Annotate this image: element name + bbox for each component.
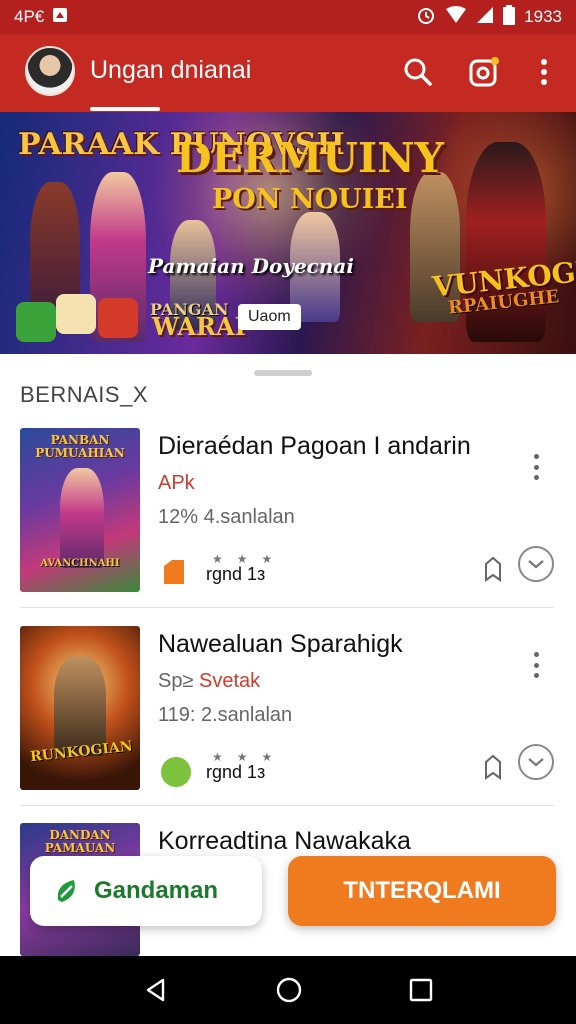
item-more-button[interactable] [524,648,548,682]
primary-action-label: Gandaman [94,877,219,904]
thumb-title: PANBAN PUMUAHIAN [35,433,125,461]
search-button[interactable] [398,52,438,92]
signal-icon [476,6,494,29]
search-icon [404,58,432,86]
home-icon[interactable] [275,976,303,1004]
camera-button[interactable] [464,52,504,92]
status-left-text: 4P€ [14,7,45,26]
banner-caption: Pamaian Doyecnai [148,254,354,278]
chevron-down-icon [528,560,544,569]
app-bar: Ungan dnianai [0,34,576,112]
thumb-title: DANDAN PAMAUAN [44,828,116,856]
item-tag: Sp≥ Svetak [158,670,261,692]
item-title: Korreadtina Nawakaka [158,827,411,855]
item-badge-icon [160,756,191,787]
alarm-icon [416,5,436,30]
expand-button[interactable] [518,744,554,780]
thumb-caption: AVANCHNAHI [40,558,120,569]
more-vert-icon [541,59,547,85]
avatar[interactable] [25,46,75,96]
item-title: Dieraédan Pagoan I andarin [158,432,471,460]
recents-icon[interactable] [409,978,433,1002]
active-tab-indicator [90,107,160,111]
banner-headline: DERMUINY [176,134,444,182]
battery-icon [503,4,516,30]
item-meta: 119: 2.sanlalan [158,704,293,726]
divider [20,805,554,806]
item-badge-icon [160,558,188,586]
primary-action-button[interactable]: Gandaman [30,856,262,926]
banner-subheadline: PON NOUIEI [212,184,408,215]
chevron-down-icon [528,758,544,767]
item-tag: APk [158,472,195,494]
item-title: Nawealuan Sparahigk [158,630,403,658]
leaf-icon [57,880,75,902]
bookmark-icon[interactable] [482,754,506,782]
divider [20,607,554,608]
list-item[interactable]: PANBAN PUMUAHIAN AVANCHNAHI Dieraédan Pa… [0,428,576,608]
back-icon[interactable] [143,977,169,1003]
system-nav-bar [0,956,576,1024]
camera-icon [469,57,499,87]
app-title: Ungan dnianai [90,56,252,84]
sheet-drag-handle[interactable] [254,370,312,376]
overflow-menu-button[interactable] [524,52,564,92]
secondary-action-button[interactable]: TNTERQLAMI [288,856,556,926]
banner-chip-button[interactable]: Uaom [238,304,301,330]
section-title: BERNAIS_X [20,382,148,407]
promo-banner[interactable]: PARAAK PUNOVSH DERMUINY PON NOUIEI Pamai… [0,112,576,354]
bookmark-icon[interactable] [482,556,506,584]
item-meta: 12% 4.sanlalan [158,506,295,528]
expand-button[interactable] [518,546,554,582]
banner-small-line2: WARAI [152,312,246,341]
item-rating: rgnd 1з [206,564,266,584]
list-item[interactable]: RUNKOGIAN Nawealuan Sparahigk Sp≥ Svetak… [0,626,576,806]
item-more-button[interactable] [524,450,548,484]
item-thumbnail: PANBAN PUMUAHIAN AVANCHNAHI [20,428,140,592]
notification-icon [52,7,68,28]
item-rating: rgnd 1з [206,762,266,782]
wifi-icon [445,5,467,29]
status-bar: 4P€ 1933 [0,0,576,34]
item-thumbnail: RUNKOGIAN [20,626,140,790]
status-time: 1933 [524,7,562,26]
